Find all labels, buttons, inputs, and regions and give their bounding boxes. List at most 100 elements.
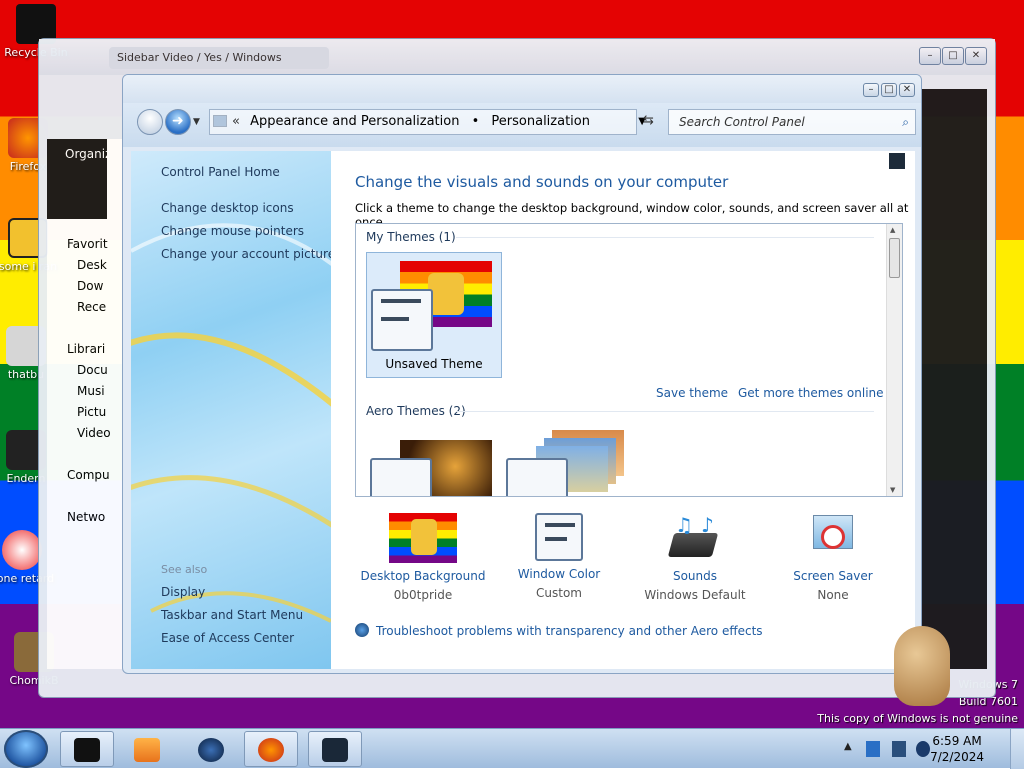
app-icon bbox=[74, 738, 100, 762]
preview-bar bbox=[381, 299, 421, 303]
get-more-themes-link[interactable]: Get more themes online bbox=[738, 386, 884, 400]
clock-time: 6:59 AM bbox=[932, 734, 982, 748]
see-also-heading: See also bbox=[161, 563, 208, 576]
ease-of-access-link[interactable]: Ease of Access Center bbox=[161, 631, 294, 645]
theme-list-scrollbar[interactable]: ▲ ▼ bbox=[886, 224, 902, 496]
music-note-icon: ♫ bbox=[675, 513, 693, 537]
forward-button[interactable]: ➜ bbox=[165, 109, 191, 135]
scroll-down-icon[interactable]: ▼ bbox=[890, 486, 895, 494]
back-button[interactable] bbox=[137, 109, 163, 135]
desktop-background-icon bbox=[389, 513, 457, 563]
desktop-background-button[interactable]: Desktop Background 0b0tpride bbox=[353, 513, 493, 602]
maximize-button[interactable]: □ bbox=[881, 83, 897, 97]
screen-saver-value: None bbox=[817, 588, 849, 602]
sounds-button[interactable]: ♫ ♪ Sounds Windows Default bbox=[625, 513, 765, 602]
personalization-window[interactable]: – □ ✕ ➜ ▼ « Appearance and Personalizati… bbox=[122, 74, 922, 674]
nav-item[interactable]: Netwo bbox=[67, 510, 127, 524]
sounds-value: Windows Default bbox=[644, 588, 746, 602]
screen-saver-label: Screen Saver bbox=[793, 569, 873, 583]
theme-list[interactable]: My Themes (1) Unsaved Theme Save theme G… bbox=[355, 223, 903, 497]
change-desktop-icons-link[interactable]: Change desktop icons bbox=[161, 201, 294, 215]
hamster-icon bbox=[894, 626, 950, 706]
divider bbox=[456, 237, 874, 238]
globe-icon bbox=[198, 738, 224, 762]
start-button[interactable] bbox=[4, 730, 48, 768]
taskbar: ▲ 6:59 AM 7/2/2024 bbox=[0, 728, 1024, 769]
hamster-gadget[interactable] bbox=[886, 616, 958, 712]
nav-item[interactable]: Compu bbox=[67, 468, 127, 482]
breadcrumb-separator-icon: • bbox=[471, 114, 480, 129]
troubleshoot-link[interactable]: Troubleshoot problems with transparency … bbox=[376, 624, 763, 638]
show-hidden-icons[interactable]: ▲ bbox=[844, 741, 852, 781]
clock[interactable]: 6:59 AM 7/2/2024 bbox=[930, 733, 984, 765]
taskbar-item[interactable] bbox=[60, 731, 114, 767]
scroll-up-icon[interactable]: ▲ bbox=[890, 226, 895, 234]
content-pane: Change the visuals and sounds on your co… bbox=[331, 151, 915, 669]
organize-button[interactable]: Organize bbox=[65, 147, 119, 161]
save-theme-link[interactable]: Save theme bbox=[656, 386, 728, 400]
taskbar-item[interactable] bbox=[308, 731, 362, 767]
help-icon[interactable] bbox=[889, 153, 905, 169]
firefox-icon bbox=[258, 738, 284, 762]
troubleshoot-icon bbox=[355, 623, 369, 637]
volume-icon[interactable] bbox=[916, 741, 930, 757]
window-preview-icon bbox=[370, 458, 432, 496]
display-link[interactable]: Display bbox=[161, 585, 205, 599]
taskbar-item[interactable] bbox=[120, 731, 174, 767]
nav-item[interactable]: Favorit bbox=[67, 237, 127, 251]
close-button[interactable]: ✕ bbox=[899, 83, 915, 97]
window-color-label: Window Color bbox=[517, 567, 601, 581]
no-entry-icon bbox=[821, 525, 845, 549]
network-icon[interactable] bbox=[866, 741, 880, 757]
window-titlebar bbox=[123, 75, 921, 103]
breadcrumb-item[interactable]: Appearance and Personalization bbox=[250, 114, 459, 129]
sounds-icon: ♫ ♪ bbox=[661, 513, 729, 563]
nav-item[interactable]: Librari bbox=[67, 342, 127, 356]
app-icon bbox=[2, 530, 42, 570]
preview-bar bbox=[381, 317, 409, 321]
watermark-line-3: This copy of Windows is not genuine bbox=[817, 712, 1018, 725]
theme-name: Unsaved Theme bbox=[385, 357, 483, 371]
theme-unsaved[interactable]: Unsaved Theme bbox=[366, 252, 502, 378]
screen-saver-button[interactable]: Screen Saver None bbox=[763, 513, 903, 602]
maximize-button[interactable]: □ bbox=[942, 47, 964, 65]
control-panel-icon bbox=[322, 738, 348, 762]
search-input[interactable]: Search Control Panel ⌕ bbox=[668, 109, 916, 135]
arrow-right-icon: ➜ bbox=[172, 113, 184, 129]
minimize-button[interactable]: – bbox=[919, 47, 941, 65]
recent-pages-dropdown[interactable]: ▼ bbox=[193, 117, 200, 127]
preview-bar bbox=[545, 537, 567, 541]
change-mouse-pointers-link[interactable]: Change mouse pointers bbox=[161, 224, 304, 238]
browser-tab[interactable]: Sidebar Video / Yes / Windows bbox=[109, 47, 329, 69]
divider bbox=[456, 411, 874, 412]
sounds-label: Sounds bbox=[672, 569, 718, 583]
media-player-icon bbox=[134, 738, 160, 762]
scrollbar-thumb[interactable] bbox=[889, 238, 900, 278]
search-placeholder: Search Control Panel bbox=[679, 115, 805, 129]
clock-date: 7/2/2024 bbox=[930, 750, 984, 764]
chevron-left-icon: « bbox=[232, 114, 240, 129]
minimize-button[interactable]: – bbox=[863, 83, 879, 97]
my-themes-group-label: My Themes (1) bbox=[366, 230, 456, 244]
action-center-icon[interactable] bbox=[892, 741, 906, 757]
window-preview-icon bbox=[506, 458, 568, 496]
theme-aero-1[interactable] bbox=[370, 430, 494, 496]
preview-bar bbox=[545, 523, 575, 527]
show-desktop-button[interactable] bbox=[1010, 729, 1024, 769]
theme-aero-2[interactable] bbox=[506, 424, 630, 496]
taskbar-item[interactable] bbox=[244, 731, 298, 767]
address-bar[interactable]: « Appearance and Personalization • Perso… bbox=[209, 109, 646, 135]
meme-character-icon bbox=[428, 273, 464, 315]
control-panel-home-link[interactable]: Control Panel Home bbox=[161, 165, 280, 179]
task-pane: Control Panel Home Change desktop icons … bbox=[131, 151, 331, 669]
breadcrumb-item[interactable]: Personalization bbox=[491, 114, 590, 129]
change-account-picture-link[interactable]: Change your account picture bbox=[161, 247, 331, 261]
refresh-icon[interactable]: ⇆ bbox=[643, 113, 654, 128]
window-color-button[interactable]: Window Color Custom bbox=[489, 513, 629, 600]
taskbar-start-menu-link[interactable]: Taskbar and Start Menu bbox=[161, 608, 303, 622]
taskbar-item[interactable] bbox=[184, 731, 238, 767]
window-color-icon bbox=[535, 513, 583, 561]
close-button[interactable]: ✕ bbox=[965, 47, 987, 65]
search-icon[interactable]: ⌕ bbox=[902, 110, 909, 134]
desktop-background-value: 0b0tpride bbox=[393, 588, 453, 602]
